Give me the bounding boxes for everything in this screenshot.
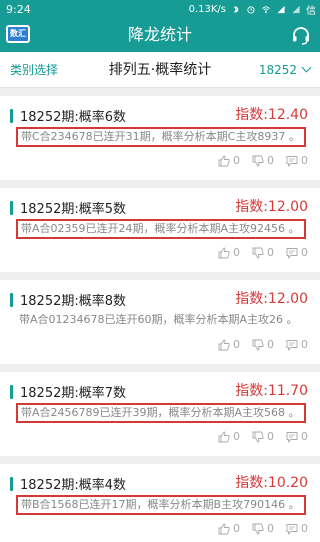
title-accent-bar xyxy=(10,293,13,307)
status-icons: 0.13K/s 信 xyxy=(189,2,316,17)
like-count: 0 xyxy=(233,522,240,535)
thumbs-down-icon xyxy=(252,155,264,166)
index-value: 指数:12.40 xyxy=(235,107,308,123)
comment-count: 0 xyxy=(301,430,308,443)
list-item[interactable]: 18252期:概率6数 指数:12.40 带C合234678已连开31期，概率分… xyxy=(0,96,320,180)
headset-icon[interactable] xyxy=(290,24,312,46)
signal-icon-2 xyxy=(292,5,300,13)
alarm-icon xyxy=(247,5,255,14)
comment-icon xyxy=(286,247,298,259)
thumbs-down-icon xyxy=(252,247,264,258)
thumbs-up-icon xyxy=(218,247,230,258)
dislike-button[interactable]: 0 xyxy=(252,154,274,167)
list-item[interactable]: 18252期:概率7数 指数:11.70 带A合2456789已连开39期，概率… xyxy=(0,372,320,456)
card-description: 带B合1568已连开17期，概率分析本期B主攻790146 。 xyxy=(16,495,306,515)
card-description: 带A合2456789已连开39期，概率分析本期A主攻568 。 xyxy=(16,403,306,423)
card-title: 18252期:概率4数 xyxy=(20,478,127,493)
card-actions: 0 0 0 xyxy=(218,522,308,535)
card-title: 18252期:概率6数 xyxy=(20,110,127,125)
page-title: 降龙统计 xyxy=(127,25,192,44)
comment-icon xyxy=(286,523,298,535)
index-value: 指数:12.00 xyxy=(235,291,308,307)
comment-icon xyxy=(286,155,298,167)
card-actions: 0 0 0 xyxy=(218,430,308,443)
comment-button[interactable]: 0 xyxy=(286,522,308,535)
status-bar: 9:24 0.13K/s 信 xyxy=(0,0,320,18)
bluetooth-icon xyxy=(233,5,239,13)
index-value: 指数:10.20 xyxy=(235,475,308,491)
wifi-icon xyxy=(262,5,270,13)
app-header: 数汇 降龙统计 xyxy=(0,18,320,52)
issue-number: 18252 xyxy=(258,63,297,77)
card-title: 18252期:概率7数 xyxy=(20,386,127,401)
comment-button[interactable]: 0 xyxy=(286,246,308,259)
like-count: 0 xyxy=(233,338,240,351)
comment-icon xyxy=(286,339,298,351)
like-count: 0 xyxy=(233,430,240,443)
thumbs-up-icon xyxy=(218,523,230,534)
thumbs-down-icon xyxy=(252,523,264,534)
signal-icon xyxy=(277,5,285,13)
dislike-button[interactable]: 0 xyxy=(252,522,274,535)
card-description: 带A合02359已连开24期，概率分析本期A主攻92456 。 xyxy=(16,219,306,239)
dislike-button[interactable]: 0 xyxy=(252,246,274,259)
like-count: 0 xyxy=(233,246,240,259)
thumbs-up-icon xyxy=(218,431,230,442)
list-item[interactable]: 18252期:概率4数 指数:10.20 带B合1568已连开17期，概率分析本… xyxy=(0,464,320,542)
dislike-button[interactable]: 0 xyxy=(252,338,274,351)
card-actions: 0 0 0 xyxy=(218,338,308,351)
list-item[interactable]: 18252期:概率8数 指数:12.00 带A合01234678已连开60期，概… xyxy=(0,280,320,364)
like-button[interactable]: 0 xyxy=(218,154,240,167)
filter-bar: 类别选择 排列五·概率统计 18252 xyxy=(0,52,320,88)
dislike-button[interactable]: 0 xyxy=(252,430,274,443)
list-item[interactable]: 18252期:概率5数 指数:12.00 带A合02359已连开24期，概率分析… xyxy=(0,188,320,272)
card-title: 18252期:概率5数 xyxy=(20,202,127,217)
index-value: 指数:11.70 xyxy=(235,383,308,399)
comment-button[interactable]: 0 xyxy=(286,430,308,443)
comment-count: 0 xyxy=(301,522,308,535)
dislike-count: 0 xyxy=(267,522,274,535)
carrier-label: 信 xyxy=(306,5,316,17)
comment-icon xyxy=(286,431,298,443)
card-actions: 0 0 0 xyxy=(218,154,308,167)
index-value: 指数:12.00 xyxy=(235,199,308,215)
comment-count: 0 xyxy=(301,246,308,259)
chevron-down-icon xyxy=(301,62,312,73)
like-button[interactable]: 0 xyxy=(218,430,240,443)
title-accent-bar xyxy=(10,201,13,215)
dislike-count: 0 xyxy=(267,338,274,351)
title-accent-bar xyxy=(10,477,13,491)
title-accent-bar xyxy=(10,385,13,399)
thumbs-up-icon xyxy=(218,339,230,350)
issue-dropdown[interactable]: 18252 xyxy=(258,52,312,88)
thumbs-up-icon xyxy=(218,155,230,166)
title-accent-bar xyxy=(10,109,13,123)
dislike-count: 0 xyxy=(267,246,274,259)
comment-count: 0 xyxy=(301,154,308,167)
comment-count: 0 xyxy=(301,338,308,351)
dislike-count: 0 xyxy=(267,154,274,167)
like-count: 0 xyxy=(233,154,240,167)
comment-button[interactable]: 0 xyxy=(286,338,308,351)
card-description: 带C合234678已连开31期，概率分析本期C主攻8937 。 xyxy=(16,127,306,147)
card-title: 18252期:概率8数 xyxy=(20,294,127,309)
like-button[interactable]: 0 xyxy=(218,246,240,259)
thumbs-down-icon xyxy=(252,431,264,442)
status-time: 9:24 xyxy=(6,2,31,16)
card-description: 带A合01234678已连开60期，概率分析本期A主攻26 。 xyxy=(19,313,298,326)
like-button[interactable]: 0 xyxy=(218,522,240,535)
comment-button[interactable]: 0 xyxy=(286,154,308,167)
like-button[interactable]: 0 xyxy=(218,338,240,351)
thumbs-down-icon xyxy=(252,339,264,350)
net-speed: 0.13K/s xyxy=(188,3,226,15)
dislike-count: 0 xyxy=(267,430,274,443)
card-actions: 0 0 0 xyxy=(218,246,308,259)
